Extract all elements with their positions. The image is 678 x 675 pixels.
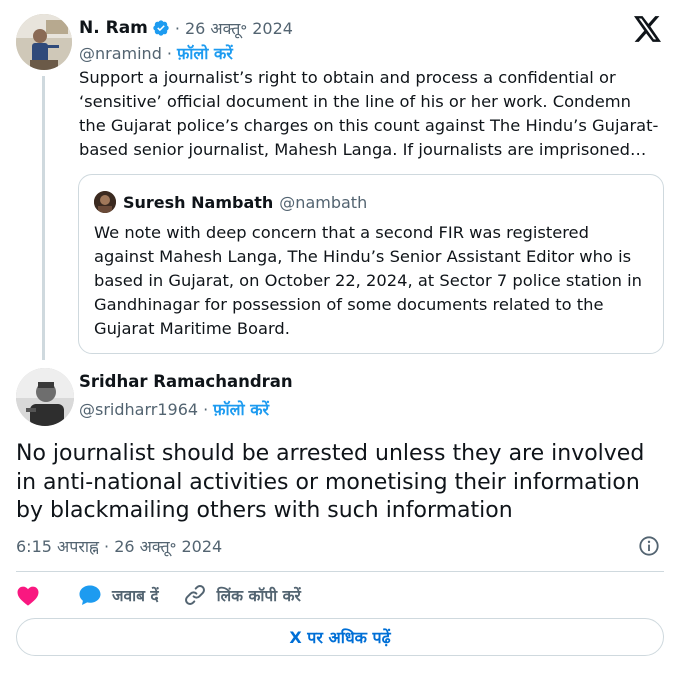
x-logo-icon[interactable] bbox=[634, 16, 662, 42]
speech-bubble-icon bbox=[79, 585, 101, 605]
main-author-handle[interactable]: @sridharr1964 bbox=[79, 400, 198, 419]
separator-dot: · bbox=[174, 18, 180, 38]
verified-badge-icon bbox=[152, 19, 170, 37]
info-icon[interactable] bbox=[638, 535, 660, 557]
reply-label: जवाब दें bbox=[112, 587, 159, 605]
parent-author-name[interactable]: N. Ram bbox=[79, 18, 148, 38]
follow-button[interactable]: फ़ॉलो करें bbox=[213, 398, 269, 420]
like-button[interactable] bbox=[16, 584, 40, 606]
heart-icon bbox=[17, 586, 39, 606]
avatar[interactable] bbox=[16, 14, 72, 70]
quoted-author-name: Suresh Nambath bbox=[123, 192, 274, 212]
quoted-tweet[interactable]: Suresh Nambath @nambath We note with dee… bbox=[78, 174, 664, 354]
quoted-author-row: Suresh Nambath @nambath bbox=[94, 191, 367, 213]
quoted-tweet-text: We note with deep concern that a second … bbox=[94, 223, 642, 338]
tweet-timestamp[interactable]: 6:15 अपराह्न · 26 अक्तू॰ 2024 bbox=[16, 535, 222, 557]
main-author-name[interactable]: Sridhar Ramachandran bbox=[79, 372, 293, 391]
parent-tweet-text: Support a journalist’s right to obtain a… bbox=[79, 68, 659, 159]
read-more-on-x-button[interactable]: X पर अधिक पढ़ें bbox=[16, 618, 664, 656]
tweet-actions: जवाब दें लिंक कॉपी करें bbox=[16, 581, 301, 609]
reply-button[interactable]: जवाब दें bbox=[78, 584, 159, 606]
parent-author-handle[interactable]: @nramind bbox=[79, 44, 162, 63]
link-icon bbox=[184, 585, 205, 605]
parent-author-row: N. Ram · 26 अक्तू॰ 2024 bbox=[79, 16, 293, 40]
embedded-tweet-card: N. Ram · 26 अक्तू॰ 2024 @nramind · फ़ॉलो… bbox=[0, 0, 678, 675]
follow-button[interactable]: फ़ॉलो करें bbox=[177, 42, 233, 64]
quoted-author-handle: @nambath bbox=[279, 192, 368, 212]
separator-dot: · bbox=[203, 399, 209, 419]
copy-link-label: लिंक कॉपी करें bbox=[216, 587, 301, 605]
divider bbox=[16, 571, 664, 572]
parent-handle-row: @nramind · फ़ॉलो करें bbox=[79, 42, 233, 64]
main-tweet-text: No journalist should be arrested unless … bbox=[16, 441, 645, 523]
parent-tweet-date[interactable]: 26 अक्तू॰ 2024 bbox=[185, 17, 293, 39]
avatar bbox=[94, 191, 116, 213]
main-handle-row: @sridharr1964 · फ़ॉलो करें bbox=[79, 398, 269, 420]
avatar[interactable] bbox=[16, 368, 74, 426]
thread-connector-line bbox=[42, 76, 45, 360]
copy-link-button[interactable]: लिंक कॉपी करें bbox=[183, 583, 301, 607]
separator-dot: · bbox=[166, 43, 172, 63]
